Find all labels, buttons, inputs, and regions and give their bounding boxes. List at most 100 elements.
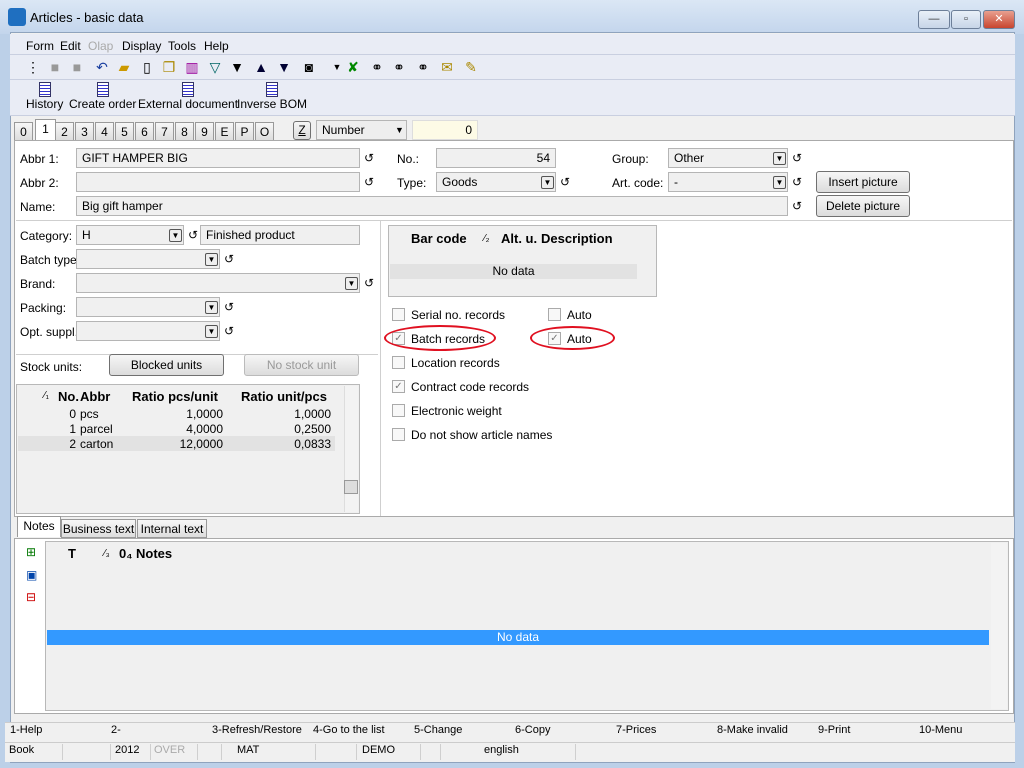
scrollbar-thumb[interactable] (344, 480, 358, 494)
tab-notes[interactable]: Notes (17, 516, 61, 537)
undo-icon[interactable]: ↶ (93, 58, 111, 76)
filter-icon[interactable]: ▽ (206, 58, 224, 76)
history-icon[interactable]: ↺ (364, 175, 374, 189)
arrow-down-icon[interactable]: ▼ (275, 58, 293, 76)
column-header-ratio-unit-pcs[interactable]: Ratio unit/pcs (241, 389, 327, 404)
tab-5[interactable]: 5 (115, 122, 134, 141)
delete-picture-button[interactable]: Delete picture (816, 195, 910, 217)
menu-tools[interactable]: Tools (168, 39, 196, 53)
column-header-no[interactable]: No. (58, 389, 79, 404)
maximize-button[interactable]: ▫ (951, 10, 981, 29)
edit-note-icon[interactable]: ▣ (26, 568, 37, 582)
group-select[interactable]: Other (668, 148, 788, 168)
tab-9[interactable]: 9 (195, 122, 214, 141)
create-order-button[interactable]: Create order (69, 82, 136, 111)
history-icon[interactable]: ↺ (224, 324, 234, 338)
column-header-bar-code[interactable]: Bar code (411, 231, 467, 246)
inverse-bom-button[interactable]: Inverse BOM (237, 82, 307, 111)
function-key-9[interactable]: 9-Print (818, 724, 850, 736)
column-header-alt-unit[interactable]: Alt. u. (501, 231, 537, 246)
chevron-down-icon[interactable]: ▼ (345, 277, 358, 290)
copy-icon[interactable]: ❐ (160, 58, 178, 76)
open-folder-icon[interactable]: ▰ (115, 58, 133, 76)
tab-6[interactable]: 6 (135, 122, 154, 141)
tab-internal-text[interactable]: Internal text (137, 519, 207, 538)
tab-O[interactable]: O (255, 122, 274, 141)
chevron-down-icon[interactable]: ▼ (205, 253, 218, 266)
tab-2[interactable]: 2 (55, 122, 74, 141)
name-input[interactable]: Big gift hamper (76, 196, 788, 216)
close-button[interactable]: ✕ (983, 10, 1015, 29)
column-header-ratio-pcs-unit[interactable]: Ratio pcs/unit (132, 389, 218, 404)
minimize-button[interactable]: — (918, 10, 950, 29)
tab-0[interactable]: 0 (14, 122, 33, 141)
tab-3[interactable]: 3 (75, 122, 94, 141)
filter-list-icon[interactable]: ▼ (228, 58, 246, 76)
menu-edit[interactable]: Edit (60, 39, 81, 53)
tab-E[interactable]: E (215, 122, 234, 141)
artcode-select[interactable]: - (668, 172, 788, 192)
history-button[interactable]: History (26, 82, 63, 111)
delete-note-icon[interactable]: ⊟ (26, 590, 36, 604)
menu-display[interactable]: Display (122, 39, 161, 53)
edit-notes-icon[interactable]: ✎ (462, 58, 480, 76)
location-records-checkbox[interactable] (392, 356, 405, 369)
category-select[interactable]: H (76, 225, 184, 245)
electronic-weight-checkbox[interactable] (392, 404, 405, 417)
function-key-4[interactable]: 4-Go to the list (313, 724, 385, 736)
chevron-down-icon[interactable]: ▼ (205, 325, 218, 338)
batch-type-select[interactable] (76, 249, 220, 269)
camera-icon[interactable]: ◙ (300, 58, 318, 76)
do-not-show-article-names-checkbox[interactable] (392, 428, 405, 441)
function-key-1[interactable]: 1-Help (10, 724, 42, 736)
tab-P[interactable]: P (235, 122, 254, 141)
chevron-down-icon[interactable]: ▼ (773, 176, 786, 189)
function-key-7[interactable]: 7-Prices (616, 724, 656, 736)
new-document-icon[interactable]: ▯ (138, 58, 156, 76)
function-key-8[interactable]: 8-Make invalid (717, 724, 788, 736)
sort-value-input[interactable]: 0 (412, 120, 478, 140)
history-icon[interactable]: ↺ (792, 151, 802, 165)
no-input[interactable]: 54 (436, 148, 556, 168)
binoculars-icon[interactable]: ⚭ (368, 58, 386, 76)
history-icon[interactable]: ↺ (224, 252, 234, 266)
book-icon[interactable]: ▥ (183, 58, 201, 76)
column-header-notes[interactable]: Notes (136, 546, 172, 561)
brand-select[interactable] (76, 273, 360, 293)
abbr2-input[interactable] (76, 172, 360, 192)
column-header-t[interactable]: T (68, 546, 76, 561)
external-document-button[interactable]: External document (138, 82, 238, 111)
chevron-down-icon[interactable]: ▼ (169, 229, 182, 242)
history-icon[interactable]: ↺ (224, 300, 234, 314)
chevron-down-icon[interactable]: ▼ (205, 301, 218, 314)
packing-select[interactable] (76, 297, 220, 317)
chevron-down-icon[interactable]: ▼ (773, 152, 786, 165)
arrow-up-icon[interactable]: ▲ (252, 58, 270, 76)
tree-icon[interactable]: ⋮ (24, 58, 42, 76)
type-select[interactable]: Goods (436, 172, 556, 192)
function-key-6[interactable]: 6-Copy (515, 724, 550, 736)
function-key-5[interactable]: 5-Change (414, 724, 462, 736)
contract-code-records-checkbox[interactable]: ✓ (392, 380, 405, 393)
history-icon[interactable]: ↺ (792, 175, 802, 189)
binoculars-prev-icon[interactable]: ⚭ (414, 58, 432, 76)
menu-help[interactable]: Help (204, 39, 229, 53)
serial-no-records-auto-checkbox[interactable] (548, 308, 561, 321)
chevron-down-icon[interactable]: ▼ (541, 176, 554, 189)
menu-form[interactable]: Form (26, 39, 54, 53)
sort-field-select[interactable]: Number (316, 120, 407, 140)
history-icon[interactable]: ↺ (364, 276, 374, 290)
add-note-icon[interactable]: ⊞ (26, 545, 36, 559)
history-icon[interactable]: ↺ (364, 151, 374, 165)
tab-7[interactable]: 7 (155, 122, 174, 141)
column-header-description[interactable]: Description (541, 231, 613, 246)
blocked-units-button[interactable]: Blocked units (109, 354, 224, 376)
column-header-attachment[interactable]: 0₄ (119, 546, 132, 561)
insert-picture-button[interactable]: Insert picture (816, 171, 910, 193)
tab-4[interactable]: 4 (95, 122, 114, 141)
function-key-3[interactable]: 3-Refresh/Restore (212, 724, 302, 736)
history-icon[interactable]: ↺ (560, 175, 570, 189)
tab-8[interactable]: 8 (175, 122, 194, 141)
z-sort-button[interactable]: Z (293, 121, 311, 140)
history-icon[interactable]: ↺ (792, 199, 802, 213)
